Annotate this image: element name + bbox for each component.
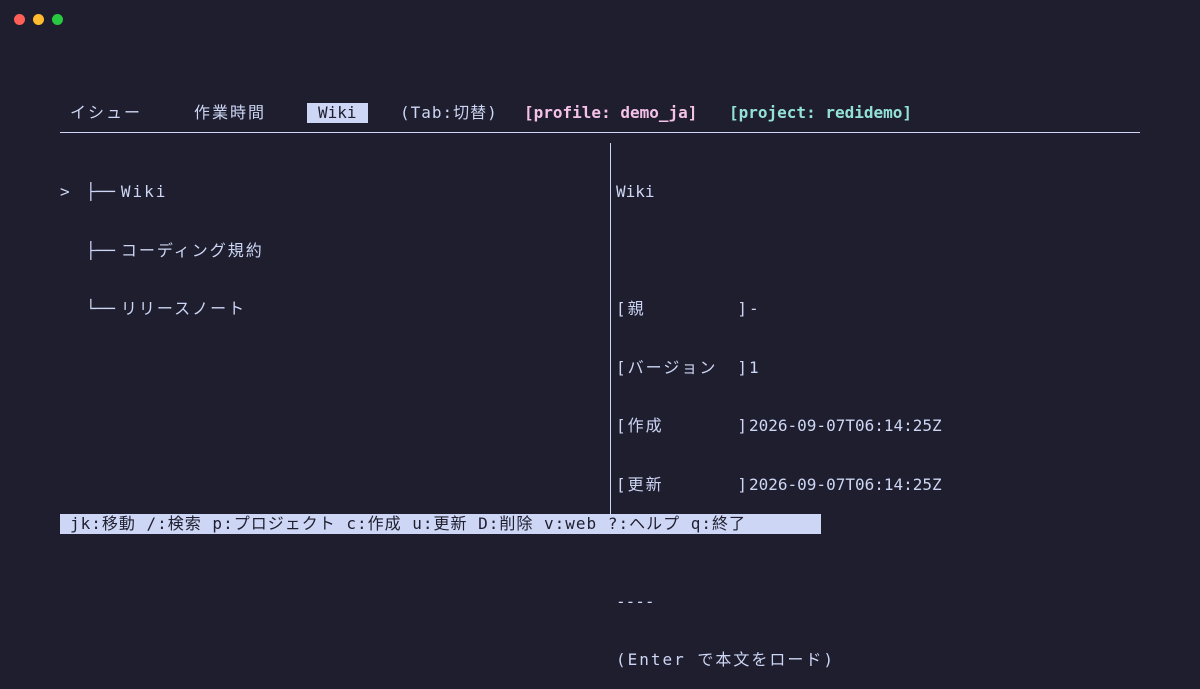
tree-branch: ├── (86, 240, 115, 260)
window-controls (14, 14, 63, 25)
tree-item-label: リリースノート (120, 299, 247, 318)
tree-branch: └── (86, 299, 115, 318)
detail-field-parent: [親] - (616, 299, 759, 318)
tree-item-label: コーディング規約 (120, 240, 264, 260)
pane-divider (610, 143, 611, 514)
field-value: 2026-09-07T06:14:25Z (749, 474, 942, 494)
tree-item-release-notes[interactable]: └── リリースノート (60, 299, 264, 319)
tree-item-label: Wiki (120, 182, 168, 201)
field-key: 親 (627, 299, 646, 318)
tab-issues[interactable]: イシュー (70, 103, 142, 123)
profile-indicator: [profile: demo_ja] (524, 103, 698, 122)
tab-switch-hint: (Tab:切替) (400, 103, 498, 122)
field-key: バージョン (627, 357, 718, 377)
tree-cursor: > (60, 182, 70, 201)
field-value: - (749, 299, 759, 318)
tab-time-entries[interactable]: 作業時間 (194, 103, 266, 123)
detail-separator: ---- (616, 591, 655, 611)
field-value: 1 (749, 357, 759, 377)
project-indicator: [project: redidemo] (729, 103, 913, 122)
tree-branch: ├── (86, 182, 115, 201)
minimize-window-button[interactable] (33, 14, 44, 25)
header-divider (60, 132, 1140, 133)
tree-item-coding-rules[interactable]: ├── コーディング規約 (60, 241, 264, 261)
detail-field-created: [作成] 2026-09-07T06:14:25Z (616, 416, 942, 435)
close-window-button[interactable] (14, 14, 25, 25)
detail-field-version: [バージョン] 1 (616, 357, 759, 377)
load-body-hint: (Enter で本文をロード) (616, 650, 836, 669)
wiki-tree: > ├── Wiki ├── コーディング規約 └── リリースノート (60, 143, 264, 338)
field-key: 更新 (627, 474, 664, 494)
detail-field-updated: [更新] 2026-09-07T06:14:25Z (616, 474, 942, 494)
tab-wiki[interactable]: Wiki (307, 103, 368, 123)
detail-title: Wiki (616, 182, 655, 201)
status-bar: jk:移動 /:検索 p:プロジェクト c:作成 u:更新 D:削除 v:web… (60, 514, 821, 534)
field-value: 2026-09-07T06:14:25Z (749, 416, 942, 435)
detail-pane: Wiki [親] - [バージョン] 1 [作成] 2026-09-07T06:… (616, 143, 942, 689)
field-key: 作成 (627, 416, 664, 435)
tree-item-wiki[interactable]: > ├── Wiki (60, 182, 264, 202)
zoom-window-button[interactable] (52, 14, 63, 25)
